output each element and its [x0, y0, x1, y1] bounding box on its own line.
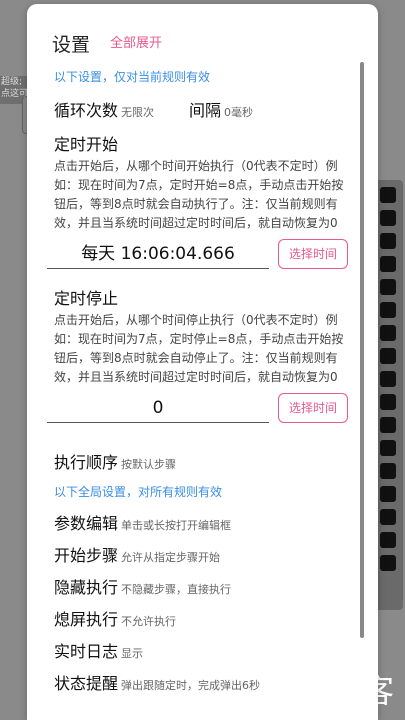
interval-setting[interactable]: 间隔 0毫秒	[189, 97, 253, 121]
loop-interval-row: 循环次数 无限次 间隔 0毫秒	[54, 97, 354, 121]
minus-icon	[380, 279, 396, 295]
pointer-icon	[380, 302, 396, 318]
param-edit-setting[interactable]: 参数编辑 单击或长按打开编辑框	[54, 510, 354, 542]
dialog-header: 设置 全部展开	[27, 4, 378, 60]
start-step-label: 开始步骤	[54, 546, 119, 565]
param-edit-label: 参数编辑	[54, 514, 119, 533]
pointer-icon	[380, 371, 396, 387]
pointer-icon	[380, 325, 396, 341]
realtime-log-setting[interactable]: 实时日志 显示	[54, 638, 354, 670]
loop-label: 循环次数	[54, 101, 119, 120]
close-icon	[380, 532, 396, 548]
timer-stop-field[interactable]: 0	[47, 395, 269, 423]
param-edit-value: 单击或长按打开编辑框	[121, 519, 232, 532]
play-icon	[380, 187, 396, 203]
timer-start-title: 定时开始	[54, 135, 119, 154]
hidden-exec-label: 隐藏执行	[54, 578, 119, 597]
start-step-setting[interactable]: 开始步骤 允许从指定步骤开始	[54, 542, 354, 574]
start-step-value: 允许从指定步骤开始	[121, 551, 221, 564]
gear-icon	[380, 486, 396, 502]
gear-icon	[380, 463, 396, 479]
loop-setting[interactable]: 循环次数 无限次	[54, 97, 154, 121]
dialog-title: 设置	[52, 34, 91, 56]
settings-content: 以下设置，仅对当前规则有效 循环次数 无限次 间隔 0毫秒 定时开始 点击开始后…	[47, 64, 354, 702]
screen-off-exec-setting[interactable]: 熄屏执行 不允许执行	[54, 606, 354, 638]
timer-start-field[interactable]: 每天 16:06:04.666	[47, 241, 269, 269]
expand-all-button[interactable]: 全部展开	[110, 32, 162, 51]
loop-value: 无限次	[121, 106, 155, 119]
settings-dialog: 设置 全部展开 以下设置，仅对当前规则有效 循环次数 无限次 间隔 0毫秒 定时…	[27, 4, 378, 720]
realtime-log-label: 实时日志	[54, 642, 119, 661]
list-icon	[380, 440, 396, 456]
status-reminder-value: 弹出跟随定时，完成弹出6秒	[121, 679, 261, 692]
screen-off-exec-label: 熄屏执行	[54, 610, 119, 629]
add-icon	[380, 210, 396, 226]
execution-order-setting[interactable]: 执行顺序 按默认步骤	[54, 449, 354, 481]
interval-value: 0毫秒	[224, 106, 254, 119]
timer-stop-select-button[interactable]: 选择时间	[278, 393, 348, 423]
timer-stop-row: 0 选择时间	[47, 391, 354, 431]
status-reminder-setting[interactable]: 状态提醒 弹出跟随定时，完成弹出6秒	[54, 670, 354, 702]
add-icon	[380, 233, 396, 249]
timer-stop-title: 定时停止	[54, 289, 119, 308]
timer-start-description: 点击开始后，从哪个时间开始执行（0代表不定时）例如：现在时间为7点，定时开始=8…	[54, 159, 344, 230]
local-settings-hint: 以下设置，仅对当前规则有效	[54, 70, 211, 84]
execution-order-value: 按默认步骤	[121, 458, 177, 471]
hidden-exec-value: 不隐藏步骤，直接执行	[121, 583, 232, 596]
global-settings-hint: 以下全局设置，对所有规则有效	[54, 485, 223, 499]
status-reminder-label: 状态提醒	[54, 674, 119, 693]
realtime-log-value: 显示	[121, 647, 144, 660]
zoom-icon	[380, 417, 396, 433]
collapse-icon	[380, 555, 396, 571]
pointer-icon	[380, 348, 396, 364]
interval-label: 间隔	[189, 101, 222, 120]
timer-start-row: 每天 16:06:04.666 选择时间	[47, 237, 354, 277]
zoom-icon	[380, 394, 396, 410]
hide-icon	[380, 509, 396, 525]
timer-start-select-button[interactable]: 选择时间	[278, 239, 348, 269]
minus-icon	[380, 256, 396, 272]
hidden-exec-setting[interactable]: 隐藏执行 不隐藏步骤，直接执行	[54, 574, 354, 606]
execution-order-label: 执行顺序	[54, 453, 119, 472]
scrollbar[interactable]	[360, 62, 364, 638]
timer-stop-description: 点击开始后，从哪个时间停止执行（0代表不定时）例如：现在时间为7点，定时停止=8…	[54, 313, 344, 384]
screen-off-exec-value: 不允许执行	[121, 615, 177, 628]
